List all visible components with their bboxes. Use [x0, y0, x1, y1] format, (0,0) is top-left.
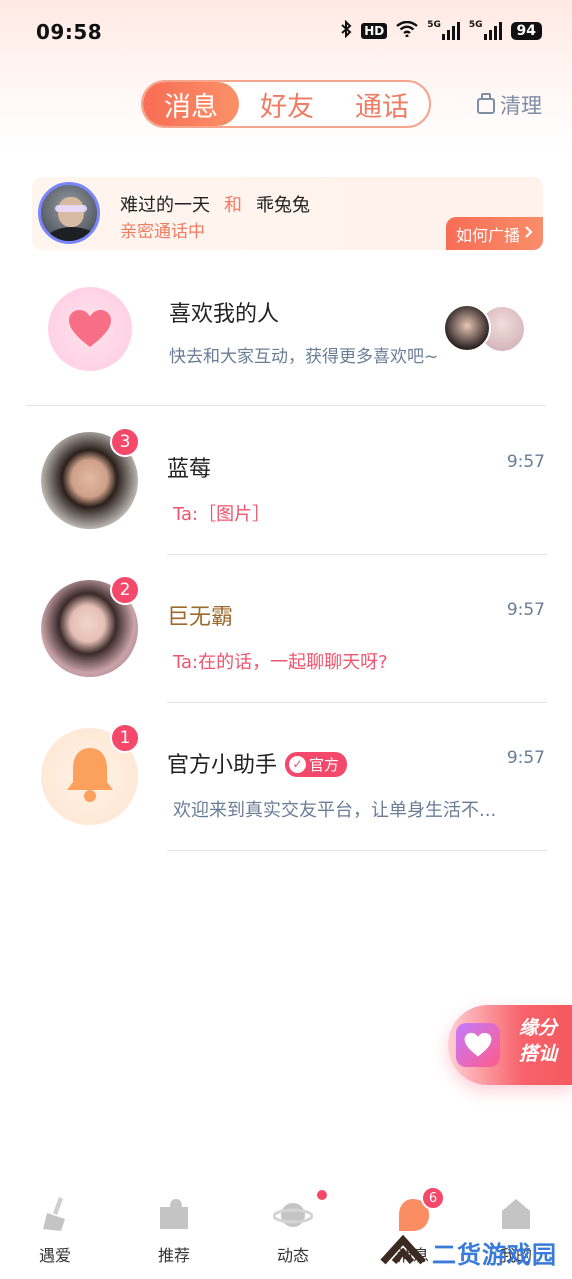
- conversation-name: 巨无霸: [167, 605, 234, 630]
- how-to-broadcast-button[interactable]: 如何广播: [446, 217, 543, 250]
- call-broadcast-banner[interactable]: 难过的一天和乖兔兔 亲密通话中 如何广播: [32, 177, 543, 250]
- nav-label: 动态: [276, 1246, 309, 1265]
- status-time: 09:58: [36, 20, 103, 44]
- nav-item-recommend[interactable]: 推荐: [134, 1180, 214, 1279]
- broadcast-button-label: 如何广播: [455, 225, 520, 245]
- watermark-logo-icon: [380, 1232, 426, 1272]
- nav-item-moments[interactable]: 动态: [253, 1180, 333, 1279]
- nav-label: 遇爱: [38, 1246, 71, 1265]
- nav-item-encounter[interactable]: 遇爱: [15, 1180, 95, 1279]
- conversation-preview: Ta:［图片］: [173, 504, 271, 525]
- conversation-item[interactable]: 3 蓝莓 9:57 Ta:［图片］: [0, 407, 572, 555]
- banner-status: 亲密通话中: [120, 222, 205, 242]
- planet-icon: [272, 1195, 314, 1233]
- unread-badge: 3: [110, 427, 140, 457]
- conversation-item[interactable]: 1 官方小助手 ✓ 官方 9:57 欢迎来到真实交友平台，让单身生活不...: [0, 703, 572, 851]
- watermark-text: 二货游戏园: [432, 1240, 557, 1269]
- liker-avatar: [443, 304, 491, 352]
- nav-label: 推荐: [157, 1246, 190, 1265]
- conversation-preview: 欢迎来到真实交友平台，让单身生活不...: [173, 800, 497, 821]
- puzzle-icon: [154, 1195, 194, 1233]
- likes-title: 喜欢我的人: [169, 302, 280, 327]
- status-bar: 09:58 HD 5G 5G 94: [0, 0, 572, 66]
- banner-users: 难过的一天和乖兔兔: [120, 191, 310, 217]
- bluetooth-icon: [340, 19, 352, 42]
- official-badge: ✓ 官方: [285, 751, 348, 777]
- heart-icon: [48, 287, 132, 371]
- tab-calls[interactable]: 通话: [335, 82, 429, 126]
- fate-chat-button[interactable]: 缘分搭讪: [448, 1005, 572, 1085]
- divider: [167, 850, 547, 851]
- nav-unread-count: 6: [421, 1186, 445, 1210]
- message-tab-switch: 消息 好友 通话: [141, 80, 431, 128]
- conversation-item[interactable]: 2 巨无霸 9:57 Ta:在的话，一起聊聊天呀?: [0, 555, 572, 703]
- heart-cube-icon: [456, 1023, 500, 1067]
- verified-check-icon: ✓: [289, 755, 307, 773]
- conversation-time: 9:57: [506, 748, 545, 768]
- bell-icon: [63, 744, 117, 810]
- conversation-name: 蓝莓: [167, 457, 212, 482]
- signal-2-label: 5G: [468, 20, 483, 30]
- unread-badge: 1: [110, 723, 140, 753]
- clean-button[interactable]: 清理: [476, 90, 542, 120]
- status-icons: HD 5G 5G 94: [340, 19, 542, 42]
- conversation-time: 9:57: [506, 452, 545, 472]
- avatar-glasses: [55, 205, 87, 212]
- banner-user2: 乖兔兔: [256, 195, 310, 216]
- unread-badge: 2: [110, 575, 140, 605]
- conversation-time: 9:57: [506, 600, 545, 620]
- battery-icon: 94: [510, 22, 542, 40]
- signal-2-icon: [483, 22, 502, 40]
- banner-user1: 难过的一天: [120, 195, 210, 216]
- divider: [26, 405, 546, 406]
- conversation-name-text: 官方小助手: [167, 753, 278, 778]
- home-icon: [496, 1195, 536, 1233]
- signal-1-label: 5G: [427, 20, 441, 30]
- conversation-name: 官方小助手 ✓ 官方: [167, 747, 348, 779]
- clean-label: 清理: [500, 94, 542, 118]
- notification-dot: [317, 1190, 327, 1200]
- signal-1-icon: [441, 22, 460, 40]
- wifi-icon: [396, 20, 418, 41]
- tab-messages[interactable]: 消息: [143, 82, 239, 126]
- conversation-preview: Ta:在的话，一起聊聊天呀?: [173, 652, 388, 673]
- broom-icon: [476, 92, 496, 119]
- official-badge-label: 官方: [309, 755, 340, 774]
- watermark: 二货游戏园: [380, 1230, 557, 1274]
- avatar-face: [58, 197, 84, 227]
- banner-and: 和: [224, 195, 242, 216]
- fate-button-label: 缘分搭讪: [518, 1017, 557, 1065]
- avatar-suit: [47, 227, 97, 241]
- broom-heart-icon: [35, 1195, 75, 1233]
- tab-friends[interactable]: 好友: [239, 82, 335, 126]
- hd-icon: HD: [361, 23, 388, 39]
- likes-subtitle: 快去和大家互动，获得更多喜欢吧~: [169, 347, 439, 367]
- avatar[interactable]: [38, 182, 100, 244]
- chevron-right-icon: [524, 224, 533, 243]
